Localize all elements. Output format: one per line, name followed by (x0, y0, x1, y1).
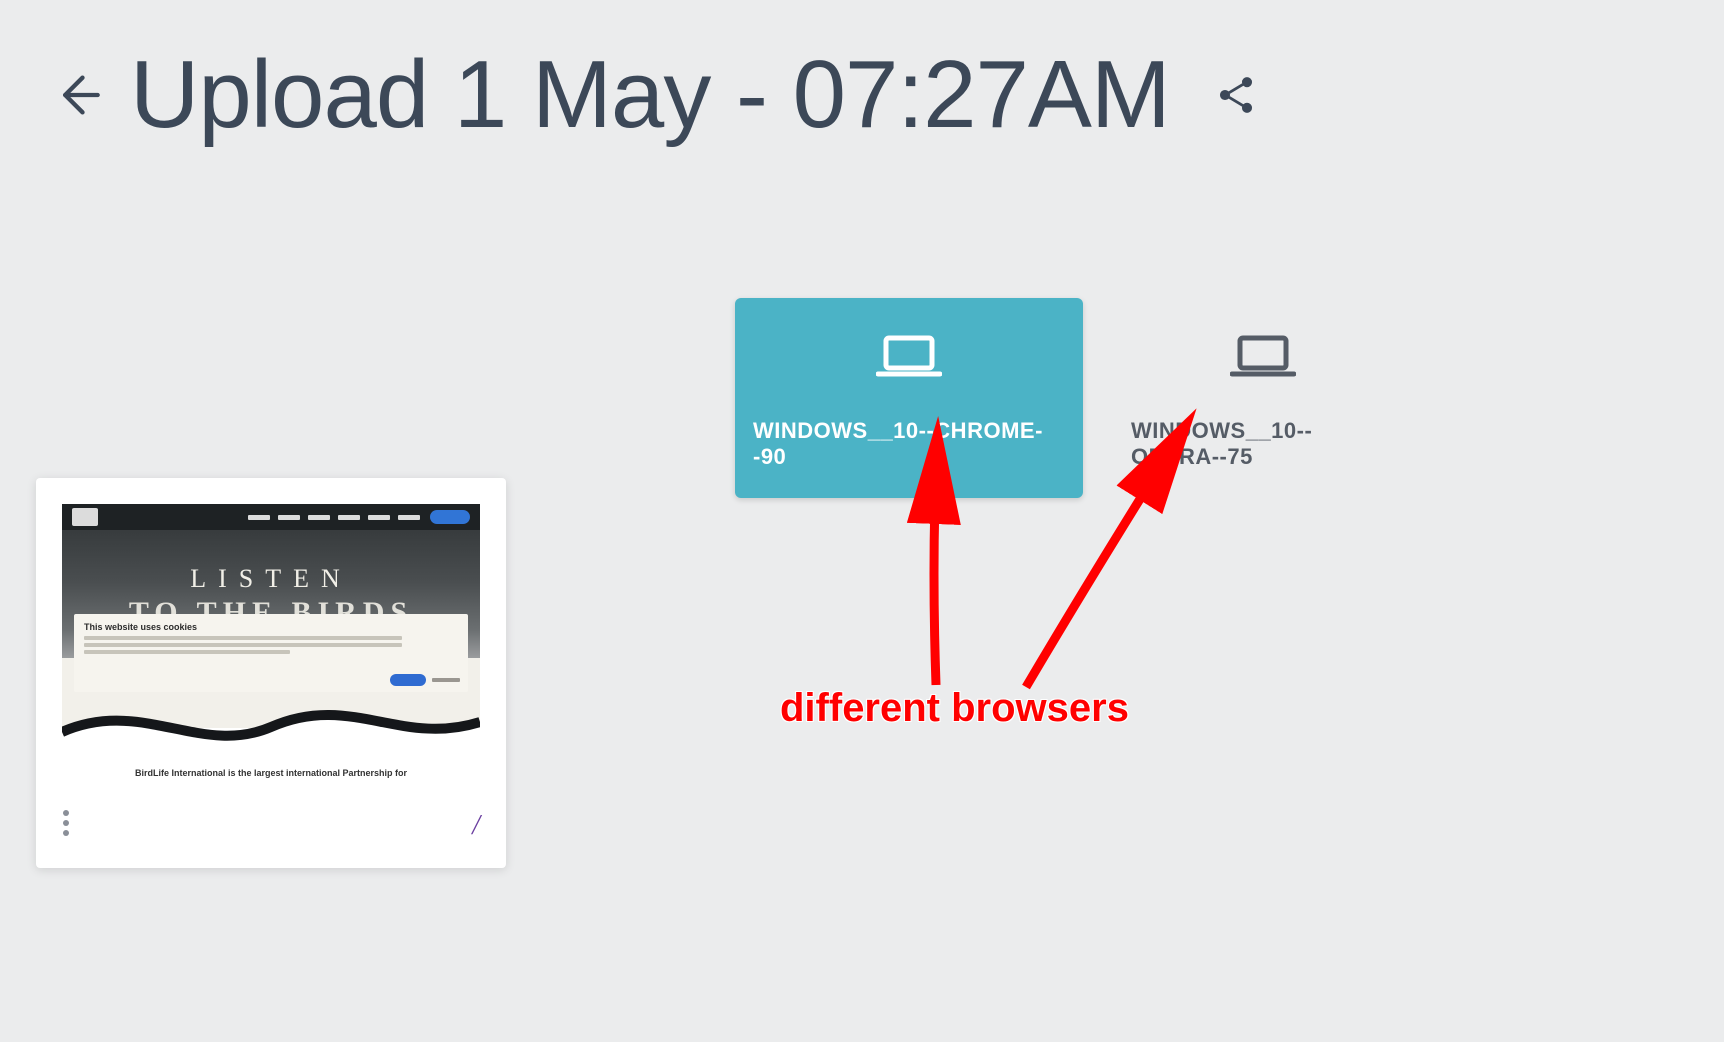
site-logo (72, 508, 98, 526)
site-tagline: BirdLife International is the largest in… (62, 768, 480, 778)
env-card-opera[interactable]: WINDOWS__10--OPERA--75 (1113, 298, 1413, 498)
env-card-chrome[interactable]: WINDOWS__10--CHROME--90 (735, 298, 1083, 498)
hero-title: LISTEN (190, 564, 352, 594)
page-title: Upload 1 May - 07:27AM (130, 40, 1170, 150)
annotation-label: different browsers (780, 686, 1129, 731)
laptop-icon (876, 332, 942, 388)
screenshot-thumbnail-card[interactable]: LISTEN TO THE BIRDS This website uses co… (36, 478, 506, 868)
environment-cards-row: WINDOWS__10--CHROME--90 WINDOWS__10--OPE… (735, 298, 1413, 498)
cookie-settings-link (432, 678, 460, 682)
thumbnail-footer: / (62, 784, 480, 842)
cookie-banner: This website uses cookies (74, 614, 468, 692)
thumbnail-counter: / (472, 810, 480, 842)
laptop-icon (1230, 332, 1296, 388)
env-card-label: WINDOWS__10--CHROME--90 (753, 418, 1065, 470)
screenshot-preview: LISTEN TO THE BIRDS This website uses co… (62, 504, 480, 784)
cookie-accept-button (390, 674, 426, 686)
share-icon[interactable] (1214, 73, 1258, 117)
env-card-label: WINDOWS__10--OPERA--75 (1131, 418, 1395, 470)
page-header: Upload 1 May - 07:27AM (0, 0, 1724, 150)
donate-button (430, 510, 470, 524)
back-arrow-icon[interactable] (50, 69, 102, 121)
cookie-title: This website uses cookies (84, 622, 458, 632)
kebab-menu-icon[interactable] (62, 809, 70, 842)
